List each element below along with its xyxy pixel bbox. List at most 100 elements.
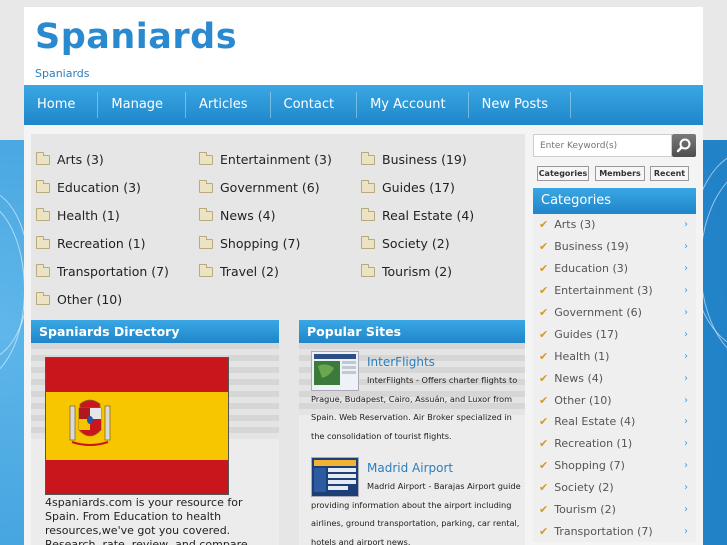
category-link[interactable]: Recreation (1)	[36, 235, 146, 251]
sidebar-item[interactable]: ✔ Tourism (2) ›	[533, 498, 696, 521]
popular-sites-heading: Popular Sites	[299, 320, 525, 343]
sidebar-item[interactable]: ✔ Guides (17) ›	[533, 323, 696, 346]
sidebar-category-list: ✔ Arts (3) › ✔ Business (19) › ✔ Education (3…	[533, 214, 696, 543]
nav-manage[interactable]: Manage	[98, 92, 187, 118]
chevron-right-icon: ›	[684, 241, 688, 253]
category-link[interactable]: Business (19)	[361, 151, 467, 167]
category-link[interactable]: Arts (3)	[36, 151, 104, 167]
category-link[interactable]: Travel (2)	[199, 263, 279, 279]
sidebar-item[interactable]: ✔ Health (1) ›	[533, 345, 696, 368]
check-icon: ✔	[539, 503, 549, 517]
nav-contact[interactable]: Contact	[271, 92, 358, 118]
folder-icon	[199, 207, 213, 221]
chevron-right-icon: ›	[684, 219, 688, 231]
search-input[interactable]	[533, 134, 672, 157]
tab-members[interactable]: Members	[595, 166, 645, 181]
category-link[interactable]: Entertainment (3)	[199, 151, 332, 167]
site-description: Madrid Airport - Barajas Airport guide p…	[311, 481, 521, 545]
check-icon: ✔	[539, 459, 549, 473]
category-link[interactable]: Transportation (7)	[36, 263, 169, 279]
folder-icon	[361, 235, 375, 249]
folder-icon	[36, 207, 50, 221]
site-link[interactable]: Madrid Airport	[367, 461, 453, 475]
chevron-right-icon: ›	[684, 372, 688, 384]
nav-my-account[interactable]: My Account	[357, 92, 469, 118]
category-link[interactable]: Other (10)	[36, 291, 122, 307]
folder-icon	[361, 207, 375, 221]
folder-icon	[36, 291, 50, 305]
category-link[interactable]: News (4)	[199, 207, 275, 223]
check-icon: ✔	[539, 481, 549, 495]
sidebar-item[interactable]: ✔ Real Estate (4) ›	[533, 411, 696, 433]
chevron-right-icon: ›	[684, 504, 688, 516]
sidebar-item[interactable]: ✔ Society (2) ›	[533, 476, 696, 499]
sidebar-item[interactable]: ✔ Education (3) ›	[533, 257, 696, 280]
folder-icon	[199, 179, 213, 193]
page-container: Spaniards Spaniards Home Manage Articles…	[24, 7, 703, 545]
chevron-right-icon: ›	[684, 482, 688, 494]
sidebar-item[interactable]: ✔ Other (10) ›	[533, 389, 696, 412]
tab-recent[interactable]: Recent	[650, 166, 689, 181]
folder-icon	[199, 151, 213, 165]
chevron-right-icon: ›	[684, 438, 688, 450]
sidebar-item[interactable]: ✔ Recreation (1) ›	[533, 432, 696, 455]
coat-of-arms-icon	[69, 399, 111, 446]
sidebar-item[interactable]: ✔ News (4) ›	[533, 367, 696, 390]
site-title[interactable]: Spaniards	[35, 17, 237, 57]
check-icon: ✔	[539, 240, 549, 254]
folder-icon	[36, 235, 50, 249]
directory-heading: Spaniards Directory	[31, 320, 279, 343]
sidebar-item[interactable]: ✔ Arts (3) ›	[533, 214, 696, 236]
folder-icon	[199, 263, 213, 277]
chevron-right-icon: ›	[684, 307, 688, 318]
folder-icon	[199, 235, 213, 249]
site-tagline: Spaniards	[35, 67, 90, 80]
sidebar-item[interactable]: ✔ Entertainment (3) ›	[533, 279, 696, 302]
chevron-right-icon: ›	[684, 350, 688, 362]
check-icon: ✔	[539, 415, 549, 429]
nav-new-posts[interactable]: New Posts	[469, 92, 572, 118]
sidebar-item[interactable]: ✔ Government (6) ›	[533, 301, 696, 324]
search-icon	[676, 138, 691, 153]
chevron-right-icon: ›	[684, 263, 688, 275]
chevron-right-icon: ›	[684, 285, 688, 297]
main-column: Arts (3) Entertainment (3) Business (19)…	[31, 134, 525, 545]
check-icon: ✔	[539, 284, 549, 298]
site-header: Spaniards Spaniards	[24, 7, 703, 85]
chevron-right-icon: ›	[684, 525, 688, 537]
folder-icon	[36, 263, 50, 277]
check-icon: ✔	[539, 524, 549, 538]
category-link[interactable]: Society (2)	[361, 235, 450, 251]
sidebar-item[interactable]: ✔ Shopping (7) ›	[533, 454, 696, 477]
category-link[interactable]: Shopping (7)	[199, 235, 300, 251]
check-icon: ✔	[539, 393, 549, 407]
tab-categories[interactable]: Categories	[537, 166, 589, 181]
chevron-right-icon: ›	[684, 460, 688, 472]
folder-icon	[361, 263, 375, 277]
directory-body: 4spaniards.com is your resource for Spai…	[31, 343, 279, 545]
category-link[interactable]: Real Estate (4)	[361, 207, 474, 223]
category-link[interactable]: Education (3)	[36, 179, 141, 195]
check-icon: ✔	[539, 218, 549, 232]
spain-flag-image	[45, 357, 229, 495]
check-icon: ✔	[539, 327, 549, 341]
folder-icon	[361, 151, 375, 165]
directory-description: 4spaniards.com is your resource for Spai…	[45, 496, 248, 545]
chevron-right-icon: ›	[684, 328, 688, 340]
sidebar-item[interactable]: ✔ Transportation (7) ›	[533, 520, 696, 543]
category-link[interactable]: Guides (17)	[361, 179, 455, 195]
search-button[interactable]	[672, 134, 696, 157]
folder-icon	[36, 151, 50, 165]
category-link[interactable]: Tourism (2)	[361, 263, 452, 279]
check-icon: ✔	[539, 349, 549, 363]
folder-icon	[361, 179, 375, 193]
check-icon: ✔	[539, 306, 549, 319]
site-link[interactable]: InterFlights	[367, 355, 435, 369]
sidebar-item[interactable]: ✔ Business (19) ›	[533, 235, 696, 258]
nav-articles[interactable]: Articles	[186, 92, 271, 118]
nav-home[interactable]: Home	[24, 92, 99, 118]
check-icon: ✔	[539, 371, 549, 385]
category-link[interactable]: Health (1)	[36, 207, 120, 223]
category-link[interactable]: Government (6)	[199, 179, 320, 195]
check-icon: ✔	[539, 437, 549, 451]
